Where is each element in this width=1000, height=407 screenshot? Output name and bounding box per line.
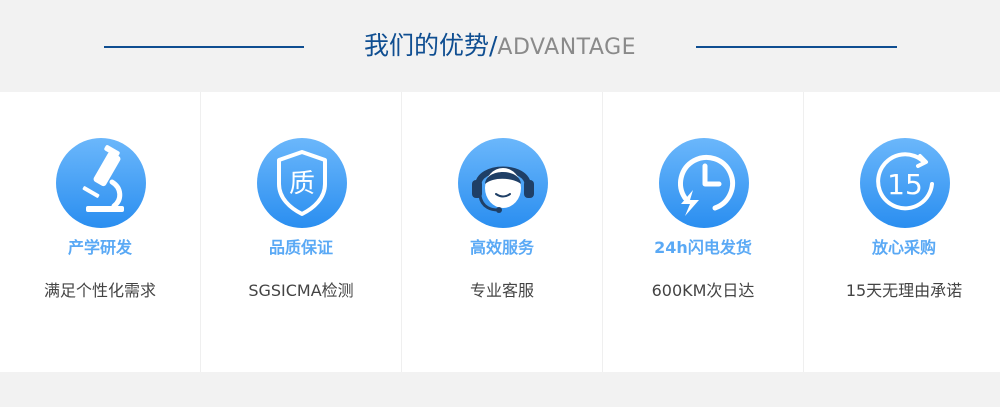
advantage-cards: 产学研发 满足个性化需求 质 品质保证 SGSICMA检测 高效服务 专业客服 …	[0, 92, 1000, 372]
advantage-description: 15天无理由承诺	[845, 281, 963, 300]
fast-clock-icon	[659, 138, 749, 228]
advantage-description: 600KM次日达	[651, 281, 755, 300]
section-header: 我们的优势/ADVANTAGE	[0, 0, 1000, 92]
advantage-description: 满足个性化需求	[43, 281, 156, 300]
advantage-card-delivery: 24h闪电发货 600KM次日达	[603, 92, 804, 372]
title-english: ADVANTAGE	[497, 35, 637, 60]
fifteen-days-icon: 15	[860, 138, 950, 228]
header-divider-left	[104, 46, 304, 48]
advantages-section: 我们的优势/ADVANTAGE 产学研发 满足个性化需求 质 品质保证 SGSI…	[0, 0, 1000, 407]
title-chinese: 我们的优势	[363, 31, 489, 60]
advantage-label: 放心采购	[871, 238, 936, 257]
advantage-label: 24h闪电发货	[654, 238, 752, 257]
advantage-label: 产学研发	[67, 238, 132, 257]
advantage-card-service: 高效服务 专业客服	[402, 92, 603, 372]
advantage-card-rnd: 产学研发 满足个性化需求	[0, 92, 201, 372]
advantage-card-purchase: 15 放心采购 15天无理由承诺	[804, 92, 1000, 372]
advantage-label: 高效服务	[469, 238, 534, 257]
microscope-icon	[56, 138, 146, 228]
svg-text:质: 质	[289, 169, 315, 199]
section-title: 我们的优势/ADVANTAGE	[320, 28, 680, 67]
headset-service-icon	[458, 138, 548, 228]
advantage-card-quality: 质 品质保证 SGSICMA检测	[201, 92, 402, 372]
header-divider-right	[696, 46, 897, 48]
advantage-label: 品质保证	[268, 238, 333, 257]
advantage-description: SGSICMA检测	[248, 281, 354, 300]
quality-shield-icon: 质	[257, 138, 347, 228]
advantage-description: 专业客服	[469, 281, 534, 300]
svg-text:15: 15	[887, 168, 923, 201]
